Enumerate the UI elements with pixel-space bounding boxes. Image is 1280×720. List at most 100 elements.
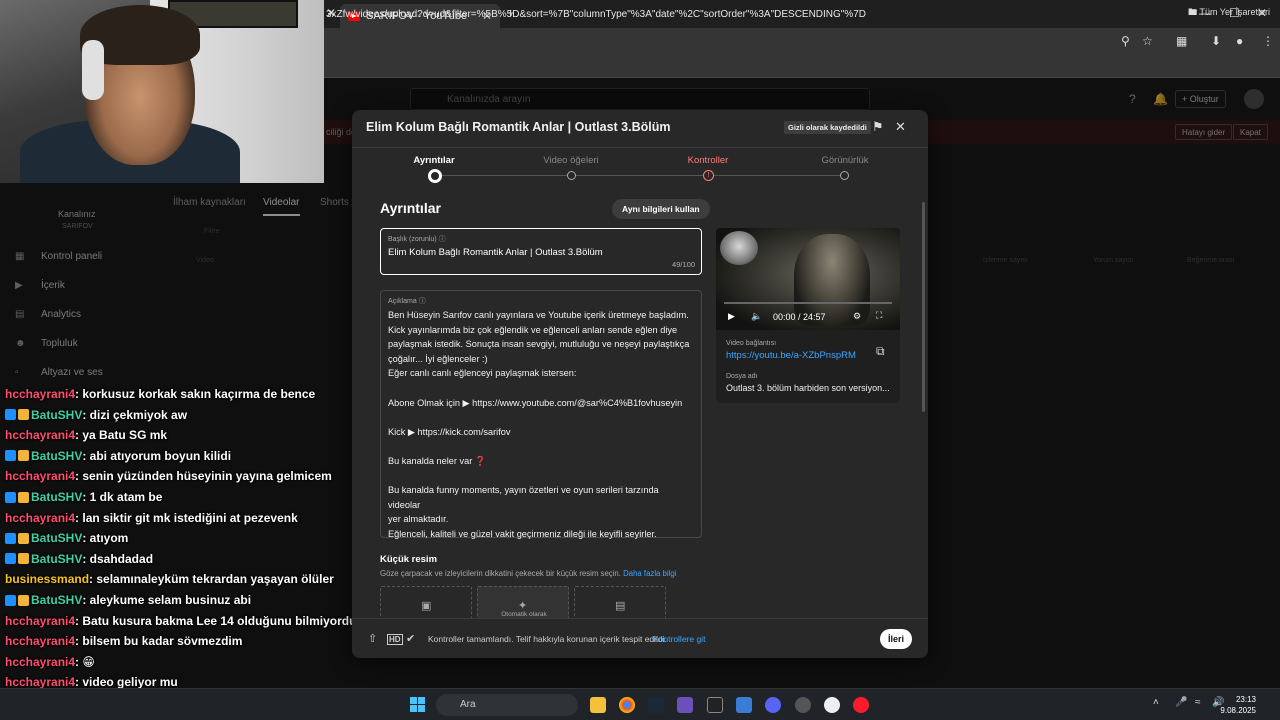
microphone-icon[interactable]: 🎤 xyxy=(1175,697,1187,708)
chat-username: BatuSHV xyxy=(31,593,83,607)
chat-text: : korkusuz korkak sakın kaçırma de bence xyxy=(75,387,316,401)
description-line: Eğlenceli, kaliteli ve güzel vakit geçir… xyxy=(388,528,657,539)
chat-message: BatuSHV : 1 dk atam be xyxy=(5,490,162,504)
wifi-icon[interactable]: ≈ xyxy=(1195,697,1201,708)
obs-icon[interactable] xyxy=(795,697,811,713)
upload-dialog: Elim Kolum Bağlı Romantik Anlar | Outlas… xyxy=(352,110,928,658)
fullscreen-icon[interactable]: ⛶ xyxy=(876,310,882,321)
chat-text: : dizi çekmiyok aw xyxy=(82,407,188,422)
chat-username: hcchayrani4 xyxy=(5,634,76,649)
thumbnail-subtitle: Göze çarpacak ve izleyicilerin dikkatini… xyxy=(380,569,676,578)
checks-status: Kontroller tamamlandı. Telif hakkıyla ko… xyxy=(428,634,667,644)
copy-icon[interactable]: ⧉ xyxy=(876,344,885,359)
vip-badge-icon xyxy=(18,553,29,565)
download-icon[interactable]: ⬇ xyxy=(1211,34,1221,48)
vip-badge-icon xyxy=(18,409,29,421)
step-visibility[interactable]: Görünürlük xyxy=(785,155,905,166)
taskbar-search[interactable]: Ara xyxy=(436,694,578,716)
chat-text: : senin yüzünden hüseyinin yayına gelmic… xyxy=(75,469,332,484)
step-checks[interactable]: Kontroller xyxy=(648,155,768,166)
next-button[interactable]: İleri xyxy=(880,629,912,649)
thumbnail-title: Küçük resim xyxy=(380,554,438,565)
opera-icon[interactable] xyxy=(853,697,869,713)
profile-icon[interactable]: ● xyxy=(1236,34,1243,48)
video-player[interactable]: ▶ 🔈 00:00 / 24:57 ⚙ ⛶ xyxy=(716,228,900,330)
details-scroll-area[interactable]: Ayrıntılar Aynı bilgileri kullan Başlık … xyxy=(352,190,928,618)
menu-icon[interactable]: ⋮ xyxy=(1262,34,1274,48)
chevron-up-icon[interactable]: ˄ xyxy=(1153,697,1159,708)
auto-thumbnail-button[interactable]: ✦ Otomatik olarak xyxy=(477,586,569,618)
description-line xyxy=(388,469,693,484)
epic-games-icon[interactable] xyxy=(707,697,723,713)
subscriber-badge-icon xyxy=(5,532,16,544)
step-dot-details xyxy=(428,169,442,183)
video-link[interactable]: https://youtu.be/a-XZbPnspRM xyxy=(726,350,894,361)
upload-thumbnail-button[interactable]: ▣ xyxy=(380,586,472,618)
step-video-elements[interactable]: Video öğeleri xyxy=(511,155,631,166)
clock[interactable]: 23:13 9.08.2025 xyxy=(1220,694,1256,716)
step-details[interactable]: Ayrıntılar xyxy=(374,155,494,166)
settings-icon[interactable]: ⚙ xyxy=(853,311,861,322)
chat-username: hcchayrani4 xyxy=(5,510,76,525)
volume-icon[interactable]: 🔈 xyxy=(751,311,762,322)
chat-message: hcchayrani4 : korkusuz korkak sakın kaçı… xyxy=(5,387,315,401)
subscriber-badge-icon xyxy=(5,594,16,606)
bookmarks-label: Tüm Yer İşaretleri xyxy=(1199,7,1270,17)
file-name: Outlast 3. bölüm harbiden son versiyon..… xyxy=(726,383,890,393)
url-field[interactable]: 3xZfw/videos/upload?d=ud&filter=%5B%5D&s… xyxy=(326,9,866,20)
title-field[interactable]: Başlık (zorunlu) ⓘ Elim Kolum Bağlı Roma… xyxy=(380,228,702,275)
warning-icon: ! xyxy=(703,170,714,181)
description-textarea[interactable]: Ben Hüseyin Sarıfov canlı yayınlara ve Y… xyxy=(388,308,693,542)
chat-text: : 1 dk atam be xyxy=(82,490,163,504)
app-icon[interactable] xyxy=(677,697,693,713)
file-explorer-icon[interactable] xyxy=(590,697,606,713)
test-thumbnail-button[interactable]: ▤ xyxy=(574,586,666,618)
chat-text: : ya Batu SG mk xyxy=(75,428,168,443)
description-field[interactable]: Açıklama ⓘ Ben Hüseyin Sarıfov canlı yay… xyxy=(380,290,702,539)
description-line: yer almaktadır. xyxy=(388,514,449,525)
go-to-checks-link[interactable]: Kontrollere git xyxy=(653,634,705,644)
steam-icon[interactable] xyxy=(648,697,664,713)
windows-start-icon[interactable] xyxy=(410,697,426,713)
chat-text: : atıyom xyxy=(82,531,129,546)
stepper-line xyxy=(435,175,845,176)
all-bookmarks[interactable]: 🖿 Tüm Yer İşaretleri xyxy=(1188,5,1270,21)
help-circle-icon[interactable]: ⓘ xyxy=(439,236,446,243)
zoom-icon[interactable]: ⚲ xyxy=(1121,34,1130,48)
play-icon[interactable]: ▶ xyxy=(728,311,735,322)
chat-message: hcchayrani4 : bilsem bu kadar sövmezdim xyxy=(5,634,242,648)
hd-icon: HD xyxy=(387,634,403,645)
header-divider xyxy=(352,147,928,148)
description-line: çoğalır... İyi eğlenceler :) xyxy=(388,353,488,364)
chat-message: BatuSHV : dizi çekmiyok aw xyxy=(5,408,187,422)
chat-text: : aleykume selam businuz abi xyxy=(82,593,252,607)
chrome-icon[interactable] xyxy=(619,697,635,713)
learn-more-link[interactable]: Daha fazla bilgi xyxy=(623,569,676,578)
chat-text: : lan siktir git mk istediğini at pezeve… xyxy=(75,510,298,525)
chat-text: : bilsem bu kadar sövmezdim xyxy=(75,634,243,649)
description-line xyxy=(388,410,693,425)
extensions-icon[interactable]: ▦ xyxy=(1176,34,1187,48)
video-link-label: Video bağlantısı xyxy=(726,340,777,347)
dialog-scrollbar[interactable] xyxy=(922,202,925,412)
feedback-icon[interactable]: ⚑ xyxy=(872,119,884,135)
chat-username: BatuSHV xyxy=(31,551,83,566)
star-icon[interactable]: ☆ xyxy=(1142,34,1153,48)
app-icon[interactable] xyxy=(736,697,752,713)
discord-icon[interactable] xyxy=(765,697,781,713)
close-icon[interactable]: ✕ xyxy=(895,119,906,135)
title-input[interactable]: Elim Kolum Bağlı Romantik Anlar | Outlas… xyxy=(388,247,603,258)
description-line: Abone Olmak için ▶ https://www.youtube.c… xyxy=(388,397,683,408)
clock-time: 23:13 xyxy=(1235,695,1256,704)
help-circle-icon[interactable]: ⓘ xyxy=(419,298,426,305)
subscriber-badge-icon xyxy=(5,409,16,421)
video-progress-bar[interactable] xyxy=(724,302,892,304)
chat-message: hcchayrani4 : Batu kusura bakma Lee 14 o… xyxy=(5,614,367,628)
chat-message: BatuSHV : aleykume selam businuz abi xyxy=(5,593,251,607)
reuse-details-button[interactable]: Aynı bilgileri kullan xyxy=(612,199,710,219)
draft-status-badge: Gizli olarak kaydedildi xyxy=(784,121,871,134)
media-player-icon[interactable] xyxy=(824,697,840,713)
image-icon: ▣ xyxy=(421,600,432,612)
title-char-counter: 49/100 xyxy=(672,260,695,269)
video-time: 00:00 / 24:57 xyxy=(773,312,826,322)
